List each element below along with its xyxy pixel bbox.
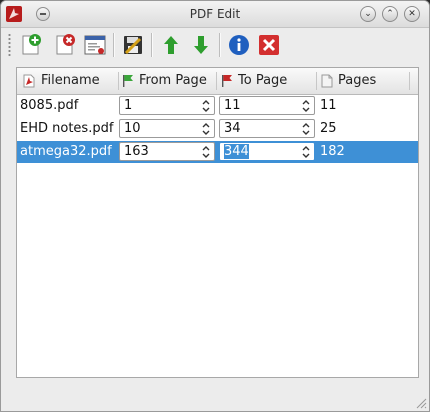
spin-arrows-icon[interactable]	[301, 99, 311, 113]
add-file-button[interactable]	[17, 31, 45, 59]
column-header-from-page[interactable]: From Page	[120, 68, 216, 94]
from-page-value: 163	[124, 144, 149, 159]
from-page-value: 1	[124, 98, 133, 113]
filename-cell: EHD notes.pdf	[20, 121, 114, 136]
column-divider[interactable]	[118, 72, 119, 90]
to-page-value: 34	[224, 121, 241, 136]
filename-cell: 8085.pdf	[20, 98, 79, 113]
chevron-down-icon: ⌄	[364, 9, 372, 19]
toolbar-grip[interactable]	[8, 33, 11, 57]
spin-arrows-icon[interactable]	[201, 99, 211, 113]
remove-document-icon	[56, 34, 75, 55]
filename-cell: atmega32.pdf	[20, 144, 112, 159]
column-header-pages[interactable]: Pages	[319, 68, 415, 94]
resize-grip-icon[interactable]	[415, 397, 427, 409]
from-page-value: 10	[124, 121, 141, 136]
column-header-filename[interactable]: Filename	[21, 68, 117, 94]
column-label: Pages	[338, 73, 377, 88]
arrow-down-icon	[194, 36, 208, 54]
info-icon	[229, 35, 249, 55]
app-window: PDF Edit ⌄ ⌃ ✕ Filename From Page To Pag…	[0, 0, 430, 412]
minimize-button[interactable]: ⌄	[360, 6, 376, 22]
column-label: Filename	[41, 73, 100, 88]
close-window-button[interactable]: ✕	[404, 6, 420, 22]
arrow-up-icon	[164, 36, 178, 54]
spin-arrows-icon[interactable]	[201, 122, 211, 136]
toolbar-separator	[113, 33, 115, 57]
column-divider	[409, 72, 410, 90]
column-divider[interactable]	[316, 72, 317, 90]
toolbar	[1, 28, 429, 62]
chevron-up-icon: ⌃	[386, 9, 394, 19]
spin-arrows-icon[interactable]	[201, 145, 211, 159]
properties-window-icon	[84, 35, 106, 55]
toolbar-separator	[219, 33, 221, 57]
pages-cell: 11	[320, 98, 337, 113]
info-button[interactable]	[225, 31, 253, 59]
column-label: From Page	[139, 73, 207, 88]
page-icon	[321, 74, 333, 88]
to-page-value: 344	[224, 144, 249, 159]
file-table: Filename From Page To Page Pages 8085.pd…	[16, 67, 419, 378]
title-bar[interactable]: PDF Edit ⌄ ⌃ ✕	[1, 1, 429, 28]
add-document-icon	[22, 34, 41, 55]
toolbar-separator	[151, 33, 153, 57]
close-icon	[259, 35, 279, 55]
pdf-icon	[23, 74, 35, 88]
spin-arrows-icon[interactable]	[301, 145, 311, 159]
to-page-spinbox[interactable]: 34	[219, 119, 315, 138]
from-page-spinbox[interactable]: 1	[119, 96, 215, 115]
save-button[interactable]	[119, 31, 147, 59]
to-page-spinbox-editing[interactable]: 344	[219, 142, 315, 161]
pages-cell: 182	[320, 144, 345, 159]
remove-file-button[interactable]	[51, 31, 79, 59]
close-button[interactable]	[255, 31, 283, 59]
column-divider[interactable]	[216, 72, 217, 90]
to-page-spinbox[interactable]: 11	[219, 96, 315, 115]
table-row[interactable]: EHD notes.pdf 10 34 25	[17, 118, 418, 140]
close-icon: ✕	[408, 9, 416, 19]
green-flag-icon	[123, 75, 133, 87]
column-label: To Page	[238, 73, 288, 88]
column-header-to-page[interactable]: To Page	[219, 68, 315, 94]
save-icon	[124, 36, 142, 55]
table-row-selected[interactable]: atmega32.pdf 163 344 182	[17, 141, 418, 163]
table-row[interactable]: 8085.pdf 1 11 11	[17, 95, 418, 117]
spin-arrows-icon[interactable]	[301, 122, 311, 136]
pages-cell: 25	[320, 121, 337, 136]
from-page-spinbox[interactable]: 163	[119, 142, 215, 161]
from-page-spinbox[interactable]: 10	[119, 119, 215, 138]
move-up-button[interactable]	[157, 31, 185, 59]
maximize-button[interactable]: ⌃	[382, 6, 398, 22]
table-header: Filename From Page To Page Pages	[17, 68, 418, 95]
red-flag-icon	[222, 75, 232, 87]
to-page-value: 11	[224, 98, 241, 113]
properties-button[interactable]	[81, 31, 109, 59]
move-down-button[interactable]	[187, 31, 215, 59]
